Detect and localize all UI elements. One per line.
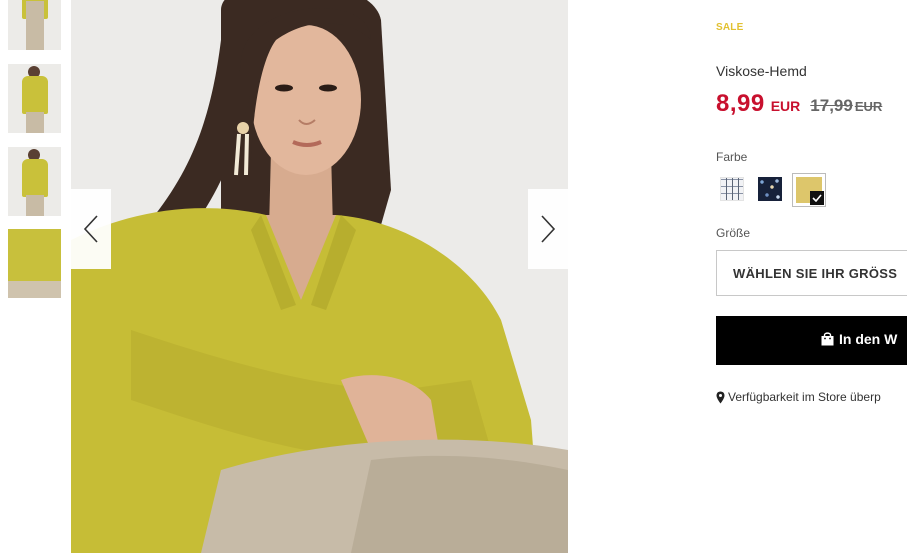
chevron-right-icon: [541, 215, 556, 243]
thumbnail-4[interactable]: [8, 229, 61, 298]
sale-badge: SALE: [716, 22, 744, 33]
shopping-bag-icon: [821, 332, 834, 346]
swatch-yellow-selected[interactable]: [792, 173, 826, 207]
color-label: Farbe: [716, 150, 748, 164]
add-to-cart-button[interactable]: In den W: [716, 316, 907, 365]
model-photo: [71, 0, 568, 553]
old-price-currency: EUR: [854, 99, 883, 114]
size-select-placeholder: WÄHLEN SIE IHR GRÖSS: [733, 266, 898, 281]
size-select[interactable]: WÄHLEN SIE IHR GRÖSS: [716, 250, 907, 296]
thumbnail-2[interactable]: [8, 64, 61, 133]
store-availability-label: Verfügbarkeit im Store überp: [728, 390, 881, 404]
checkmark-icon: [810, 191, 824, 205]
store-availability-link[interactable]: Verfügbarkeit im Store überp: [716, 390, 881, 404]
next-image-button[interactable]: [528, 189, 568, 269]
product-title: Viskose-Hemd: [716, 63, 807, 79]
swatch-navy-floral[interactable]: [758, 177, 782, 201]
product-details: SALE Viskose-Hemd 8,99 EUR 17,99 EUR Farbe …: [716, 0, 907, 553]
current-price-currency: EUR: [770, 98, 801, 114]
chevron-left-icon: [83, 215, 98, 243]
map-pin-icon: [716, 391, 725, 404]
color-swatches: [716, 173, 907, 209]
current-price: 8,99: [716, 90, 765, 117]
old-price: 17,99: [810, 96, 853, 115]
size-label: Größe: [716, 226, 751, 240]
thumbnail-1[interactable]: [8, 0, 61, 50]
swatch-white-check[interactable]: [720, 177, 744, 201]
price: 8,99 EUR 17,99 EUR: [716, 90, 882, 118]
main-product-image: [71, 0, 568, 553]
thumbnail-3[interactable]: [8, 147, 61, 216]
add-to-cart-label: In den W: [839, 331, 898, 347]
previous-image-button[interactable]: [71, 189, 111, 269]
